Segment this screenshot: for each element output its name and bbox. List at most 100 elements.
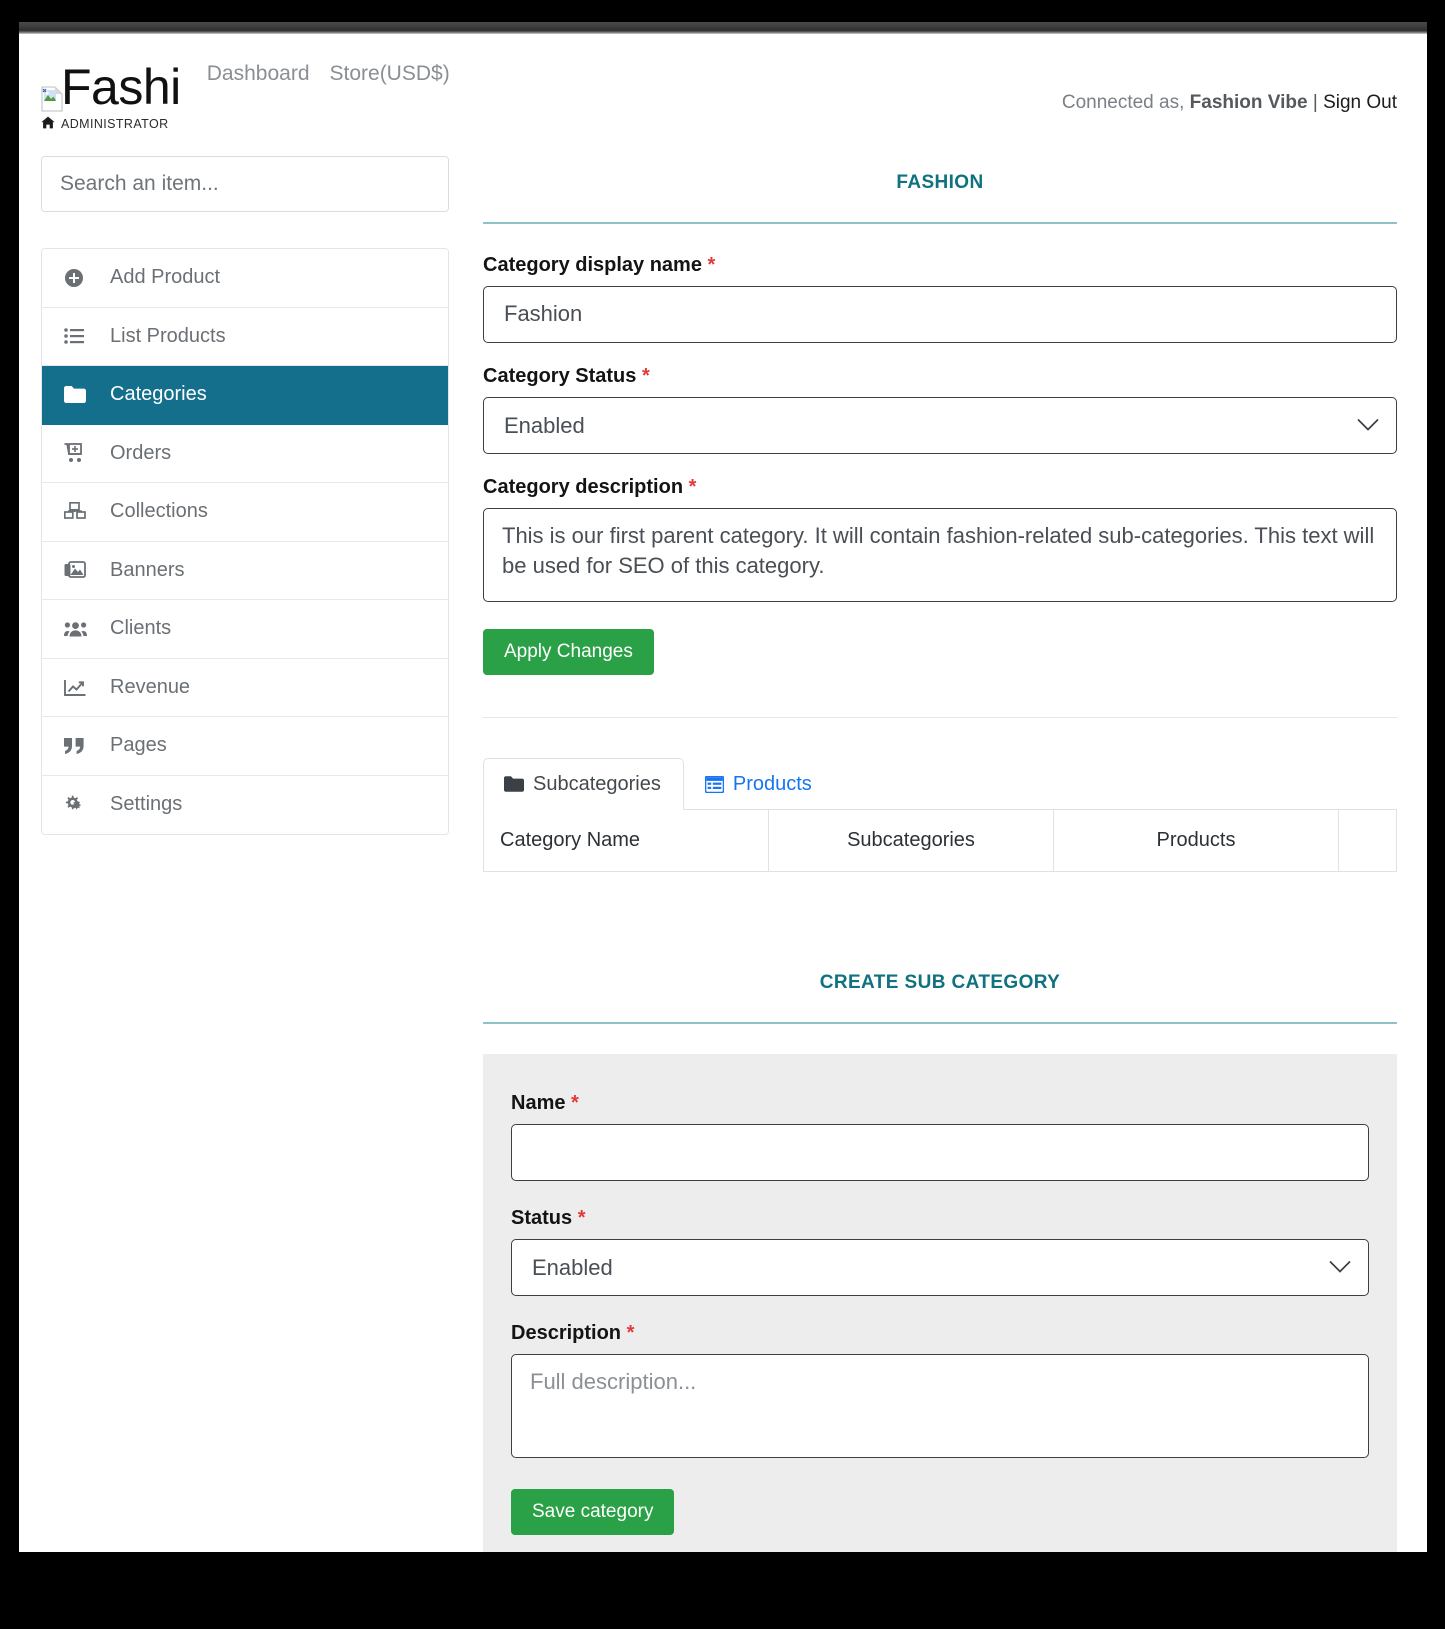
sidebar-item-label: Collections (110, 500, 208, 523)
field-category-name: Category display name * (483, 254, 1397, 343)
administrator-label: ADMINISTRATOR (61, 117, 169, 131)
category-description-label: Category description * (483, 476, 1397, 499)
sub-description-label: Description * (511, 1322, 1369, 1345)
sidebar-item-label: Settings (110, 793, 183, 816)
sidebar-item-pages[interactable]: Pages (42, 717, 448, 776)
sidebar-item-label: Categories (110, 383, 207, 406)
nav-item-store[interactable]: Store(USD$) (330, 62, 450, 86)
sidebar-item-revenue[interactable]: Revenue (42, 658, 448, 717)
field-category-status: Category Status * Enabled (483, 365, 1397, 454)
table-header-row: Category Name Subcategories Products (483, 809, 1397, 873)
label-text: Status (511, 1206, 573, 1229)
label-text: Category display name (483, 253, 702, 276)
subcategory-heading: CREATE SUB CATEGORY (819, 971, 1061, 993)
account-separator: | (1312, 92, 1318, 113)
list-ul-icon (64, 328, 94, 345)
label-text: Description (511, 1321, 622, 1344)
sidebar-item-clients[interactable]: Clients (42, 600, 448, 659)
sub-status-label: Status * (511, 1207, 1369, 1230)
browser-viewport: Fashi Dashboard Store(USD$) ADMINISTRATO… (19, 34, 1427, 1552)
sidebar-item-categories[interactable]: Categories (42, 366, 448, 425)
sign-out-link[interactable]: Sign Out (1323, 92, 1397, 113)
category-heading: FASHION (896, 171, 984, 193)
search-input[interactable] (58, 171, 432, 197)
column-header-category-name: Category Name (483, 809, 769, 873)
main-layout: Add Product List Products (19, 156, 1427, 1552)
column-header-subcategories: Subcategories (768, 809, 1054, 873)
folder-icon (504, 776, 524, 792)
column-header-actions (1338, 809, 1397, 873)
home-icon (41, 116, 55, 132)
required-asterisk: * (626, 1321, 635, 1344)
chart-line-icon (64, 679, 94, 696)
sidebar: Add Product List Products (41, 156, 451, 835)
sub-description-textarea[interactable] (511, 1353, 1369, 1458)
sub-status-select-wrap: Enabled (511, 1238, 1369, 1296)
sidebar-item-list-products[interactable]: List Products (42, 307, 448, 366)
sub-name-input[interactable] (511, 1123, 1369, 1181)
apply-changes-button[interactable]: Apply Changes (483, 628, 654, 675)
required-asterisk: * (571, 1091, 579, 1114)
required-asterisk: * (641, 364, 650, 387)
nav-item-dashboard[interactable]: Dashboard (207, 62, 310, 86)
folder-icon (64, 386, 94, 404)
sidebar-item-collections[interactable]: Collections (42, 483, 448, 542)
label-text: Category Status (483, 364, 637, 387)
page-content: Fashi Dashboard Store(USD$) ADMINISTRATO… (19, 34, 1427, 1552)
sidebar-menu: Add Product List Products Categories Ord… (41, 248, 449, 835)
category-status-select-wrap: Enabled (483, 396, 1397, 454)
cart-plus-icon (64, 443, 94, 463)
field-sub-status: Status * Enabled (511, 1207, 1369, 1296)
cogs-icon (64, 795, 94, 814)
sidebar-item-orders[interactable]: Orders (42, 424, 448, 483)
subcategory-heading-divider (483, 1021, 1397, 1024)
users-icon (64, 621, 94, 637)
sidebar-item-label: Orders (110, 441, 172, 464)
top-navigation: Dashboard Store(USD$) (207, 62, 450, 92)
sidebar-item-label: Clients (110, 617, 172, 640)
category-status-select[interactable]: Enabled (483, 396, 1397, 454)
administrator-badge: ADMINISTRATOR (41, 116, 1427, 132)
collections-icon (64, 502, 94, 521)
subcategory-tabs: Subcategories Products (483, 757, 1397, 810)
main-pane: FASHION Category display name * Category… (483, 156, 1397, 1552)
category-name-input[interactable] (483, 285, 1397, 343)
field-sub-name: Name * (511, 1092, 1369, 1181)
sidebar-item-banners[interactable]: Banners (42, 541, 448, 600)
save-category-button[interactable]: Save category (511, 1488, 675, 1535)
brand-block[interactable]: Fashi (41, 62, 181, 112)
sidebar-item-label: List Products (110, 324, 226, 347)
broken-image-icon (41, 86, 63, 112)
column-header-products: Products (1053, 809, 1339, 873)
account-status: Connected as, Fashion Vibe | Sign Out (1062, 92, 1397, 114)
images-icon (64, 561, 94, 579)
sidebar-item-add-product[interactable]: Add Product (42, 249, 448, 308)
field-category-description: Category description * This is our first… (483, 476, 1397, 607)
connected-prefix: Connected as, (1061, 92, 1185, 113)
sidebar-item-label: Revenue (110, 675, 191, 698)
sub-status-select[interactable]: Enabled (511, 1238, 1369, 1296)
sub-name-label: Name * (511, 1092, 1369, 1115)
label-text: Name (511, 1091, 566, 1114)
tab-label: Products (732, 772, 812, 795)
category-status-label: Category Status * (483, 365, 1397, 388)
tab-label: Subcategories (533, 772, 661, 795)
category-description-textarea[interactable]: This is our first parent category. It wi… (483, 507, 1397, 602)
site-header: Fashi Dashboard Store(USD$) ADMINISTRATO… (19, 34, 1427, 156)
sidebar-item-label: Add Product (110, 266, 221, 289)
create-subcategory-panel: Name * Status * Enabled Description * Fu… (483, 1053, 1397, 1552)
category-name-label: Category display name * (483, 254, 1397, 277)
required-asterisk: * (577, 1206, 586, 1229)
label-text: Category description (483, 475, 684, 498)
table-list-icon (704, 775, 724, 793)
sidebar-item-settings[interactable]: Settings (42, 775, 448, 834)
search-box[interactable] (41, 156, 449, 212)
subcategories-table: Category Name Subcategories Products (483, 809, 1397, 873)
required-asterisk: * (707, 253, 716, 276)
tab-products[interactable]: Products (684, 758, 835, 810)
quote-right-icon (64, 737, 94, 754)
screenshot-root: Fashi Dashboard Store(USD$) ADMINISTRATO… (0, 0, 1445, 1629)
heading-divider (483, 221, 1397, 224)
tab-subcategories[interactable]: Subcategories (483, 757, 684, 810)
